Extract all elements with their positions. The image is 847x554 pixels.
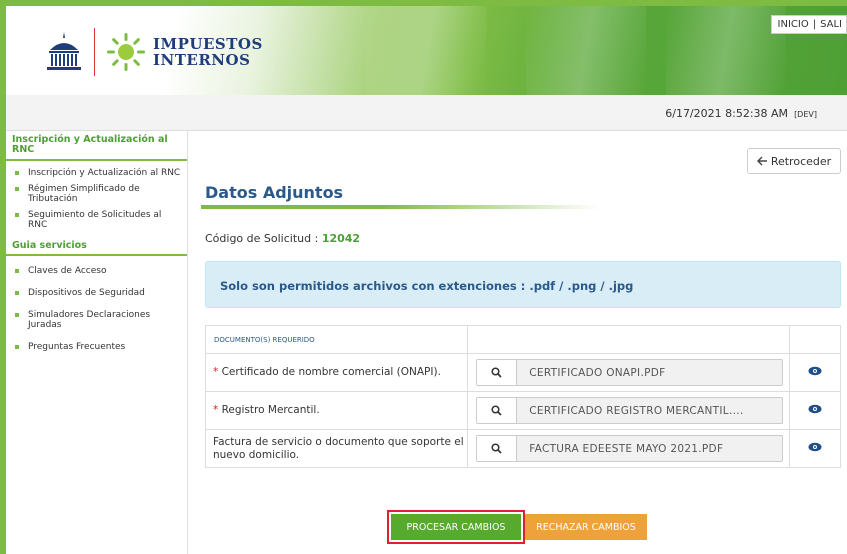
table-row: * Certificado de nombre comercial (ONAPI… — [204, 353, 841, 392]
document-name-cell: Factura de servicio o documento que sopo… — [204, 429, 469, 468]
document-name: Certificado de nombre comercial (ONAPI). — [221, 366, 441, 378]
table-row: Factura de servicio o documento que sopo… — [204, 429, 841, 468]
required-marker: * — [213, 404, 219, 416]
logo-line1: IMPUESTOS — [153, 35, 263, 53]
search-icon — [491, 405, 502, 416]
request-code-value: 12042 — [321, 232, 361, 245]
document-name: Factura de servicio o documento que sopo… — [213, 435, 464, 461]
sidebar-item-label: Dispositivos de Seguridad — [28, 288, 145, 298]
document-name: Registro Mercantil. — [221, 404, 320, 416]
sidebar-item-label: Inscripción y Actualización al RNC — [28, 168, 181, 178]
government-building-icon — [47, 32, 81, 70]
environment-badge: [DEV] — [794, 110, 817, 119]
search-icon — [491, 443, 502, 454]
eye-icon[interactable] — [808, 404, 822, 414]
sidebar-item-label: Régimen Simplificado de Tributación — [28, 184, 140, 204]
top-links: INICIO | SALI — [770, 15, 847, 34]
page-title: Datos Adjuntos — [205, 183, 344, 202]
logo-line2: INTERNOS — [153, 51, 251, 69]
bullet-icon — [15, 345, 19, 349]
document-view-cell — [789, 391, 841, 430]
table-header-row: DOCUMENTO(S) REQUERIDO — [204, 325, 841, 354]
table-header-view — [789, 325, 841, 354]
document-name-cell: * Certificado de nombre comercial (ONAPI… — [204, 353, 469, 392]
search-button[interactable] — [477, 398, 518, 423]
reject-changes-button[interactable]: RECHAZAR CAMBIOS — [525, 514, 647, 540]
datetime-display: 6/17/2021 8:52:38 AM [DEV] — [665, 107, 817, 120]
sidebar-item-simuladores[interactable]: Simuladores Declaraciones Juradas — [6, 304, 187, 336]
sidebar-item-label: Simuladores Declaraciones Juradas — [28, 310, 151, 330]
request-code-label: Código de Solicitud : — [205, 232, 319, 245]
sidebar-item-label: Seguimiento de Solicitudes al RNC — [28, 210, 162, 230]
search-button[interactable] — [477, 360, 518, 385]
sidebar-heading-rnc: Inscripción y Actualización al RNC — [6, 131, 187, 161]
main-content: Retroceder Datos Adjuntos Código de Soli… — [189, 131, 847, 554]
sidebar-item-preguntas[interactable]: Preguntas Frecuentes — [6, 336, 187, 358]
document-file-cell: FACTURA EDEESTE MAYO 2021.PDF — [467, 429, 791, 468]
sidebar-heading-guia: Guia servicios — [6, 237, 187, 256]
file-name: CERTIFICADO ONAPI.PDF — [529, 366, 666, 379]
document-name-cell: * Registro Mercantil. — [204, 391, 469, 430]
link-salir[interactable]: SALI — [820, 19, 846, 30]
table-header-file — [467, 325, 791, 354]
file-input[interactable]: CERTIFICADO REGISTRO MERCANTIL.... — [476, 397, 784, 424]
file-input[interactable]: CERTIFICADO ONAPI.PDF — [476, 359, 784, 386]
sun-logo-icon — [107, 33, 145, 71]
document-file-cell: CERTIFICADO REGISTRO MERCANTIL.... — [467, 391, 791, 430]
dgii-logo[interactable]: IMPUESTOS INTERNOS — [44, 28, 263, 76]
sidebar-item-seguimiento[interactable]: Seguimiento de Solicitudes al RNC — [6, 207, 187, 233]
bullet-icon — [15, 313, 19, 317]
required-marker: * — [213, 366, 219, 378]
title-underline — [201, 205, 601, 209]
sidebar-item-inscripcion[interactable]: Inscripción y Actualización al RNC — [6, 165, 187, 181]
search-icon — [491, 367, 502, 378]
sidebar-item-dispositivos[interactable]: Dispositivos de Seguridad — [6, 282, 187, 304]
eye-icon[interactable] — [808, 366, 822, 376]
link-inicio[interactable]: INICIO — [778, 19, 813, 30]
sidebar-item-regimen[interactable]: Régimen Simplificado de Tributación — [6, 181, 187, 207]
bullet-icon — [15, 187, 19, 191]
date-bar: 6/17/2021 8:52:38 AM [DEV] — [6, 95, 847, 131]
process-changes-button[interactable]: PROCESAR CAMBIOS — [391, 514, 521, 540]
back-arrow-icon — [756, 156, 767, 166]
back-button-label: Retroceder — [770, 154, 832, 168]
documents-table: DOCUMENTO(S) REQUERIDO * Certificado de … — [204, 325, 841, 468]
document-view-cell — [789, 429, 841, 468]
sidebar-item-claves[interactable]: Claves de Acceso — [6, 260, 187, 282]
sidebar-item-label: Claves de Acceso — [28, 266, 107, 276]
request-code: Código de Solicitud : 12042 — [205, 232, 360, 245]
file-name: FACTURA EDEESTE MAYO 2021.PDF — [529, 442, 724, 455]
logo-divider — [94, 28, 95, 76]
bullet-icon — [15, 171, 19, 175]
highlight-box: PROCESAR CAMBIOS — [387, 510, 525, 544]
sidebar-item-label: Preguntas Frecuentes — [28, 342, 126, 352]
info-alert: Solo son permitidos archivos con extenci… — [205, 261, 841, 308]
file-name: CERTIFICADO REGISTRO MERCANTIL.... — [529, 404, 744, 417]
file-input[interactable]: FACTURA EDEESTE MAYO 2021.PDF — [476, 435, 784, 462]
table-row: * Registro Mercantil. CERTIFICADO REGIST… — [204, 391, 841, 430]
link-separator: | — [812, 19, 817, 30]
table-header-documento: DOCUMENTO(S) REQUERIDO — [204, 325, 469, 354]
bullet-icon — [15, 213, 19, 217]
action-buttons: PROCESAR CAMBIOS RECHAZAR CAMBIOS — [387, 510, 647, 544]
datetime-value: 6/17/2021 8:52:38 AM — [665, 107, 789, 120]
document-file-cell: CERTIFICADO ONAPI.PDF — [467, 353, 791, 392]
sidebar: Inscripción y Actualización al RNC Inscr… — [6, 131, 188, 554]
document-view-cell — [789, 353, 841, 392]
back-button[interactable]: Retroceder — [747, 148, 841, 174]
bullet-icon — [15, 269, 19, 273]
logo-text: IMPUESTOS INTERNOS — [153, 36, 263, 68]
bullet-icon — [15, 291, 19, 295]
search-button[interactable] — [477, 436, 518, 461]
header-banner: IMPUESTOS INTERNOS INICIO | SALI — [6, 6, 847, 95]
eye-icon[interactable] — [808, 442, 822, 452]
